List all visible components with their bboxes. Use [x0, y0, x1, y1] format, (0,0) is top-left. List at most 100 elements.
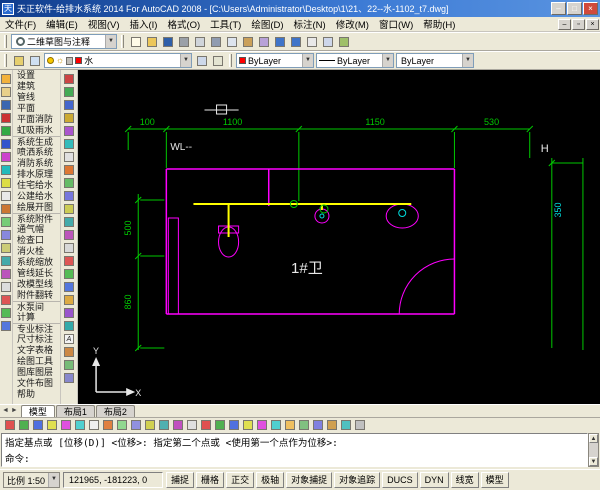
qnew-icon[interactable] [128, 34, 143, 49]
right-riser-dimension[interactable]: H 350 [541, 143, 583, 350]
region-icon[interactable] [297, 419, 310, 432]
status-toggle[interactable]: 正交 [226, 472, 254, 488]
erase-tool-icon[interactable] [0, 229, 12, 241]
draw-rect-icon[interactable] [59, 419, 72, 432]
scroll-down-icon[interactable]: ▼ [589, 457, 598, 466]
draw-pline-icon[interactable] [17, 419, 30, 432]
status-toggle[interactable]: 极轴 [256, 472, 284, 488]
scale-icon[interactable] [171, 419, 184, 432]
zoom-icon[interactable] [320, 34, 335, 49]
sidebar-item[interactable]: 管线延长 [13, 268, 60, 279]
color-control[interactable]: ByLayer ▼ [236, 53, 314, 68]
dim-label[interactable]: 500 [123, 220, 133, 235]
maximize-button[interactable]: □ [567, 2, 582, 15]
lineweight-control[interactable]: ByLayer ▼ [396, 53, 474, 68]
draw-arc-icon[interactable] [45, 419, 58, 432]
offset-icon[interactable] [115, 419, 128, 432]
sidebar-item[interactable]: 平面 [13, 103, 60, 114]
sidebar-item[interactable]: 文字表格 [13, 345, 60, 356]
sidebar-item[interactable]: 绘展开图 [13, 202, 60, 213]
wl-label[interactable]: WL-- [170, 142, 192, 153]
sidebar-item[interactable]: 附件翻转 [13, 290, 60, 301]
rotate-icon[interactable] [157, 419, 170, 432]
document-minimize-button[interactable]: – [558, 19, 571, 30]
door-arc[interactable] [399, 259, 454, 314]
symbol-tool-icon[interactable] [63, 229, 75, 241]
layout-tab[interactable]: 布局1 [56, 405, 95, 417]
command-text-area[interactable]: 指定基点或 [位移(D)] <位移>: 指定第二个点或 <使用第一个点作为位移>… [1, 433, 588, 467]
scale-selector[interactable]: 比例 1:50 ▼ [3, 472, 60, 488]
command-window[interactable]: 指定基点或 [位移(D)] <位移>: 指定第二个点或 <使用第一个点作为位移>… [0, 432, 600, 469]
draw-line-icon[interactable] [3, 419, 16, 432]
sidebar-item[interactable]: 帮助 [13, 389, 60, 400]
linetype-control[interactable]: ByLayer ▼ [316, 53, 394, 68]
move-icon[interactable] [143, 419, 156, 432]
trim-icon[interactable] [199, 419, 212, 432]
sidebar-item[interactable]: 排水原理 [13, 169, 60, 180]
sidebar-item[interactable]: 系统缩放 [13, 257, 60, 268]
sidebar-item[interactable]: 改模型线 [13, 279, 60, 290]
properties-icon[interactable] [336, 34, 351, 49]
riser-insert-icon[interactable] [63, 190, 75, 202]
pipe-tool-icon[interactable] [0, 112, 12, 124]
offset-tool-icon[interactable] [0, 281, 12, 293]
save-icon[interactable] [160, 34, 175, 49]
insert-block-icon[interactable] [325, 419, 338, 432]
sidebar-item[interactable]: 通气帽 [13, 224, 60, 235]
array-tool-icon[interactable] [63, 307, 75, 319]
scroll-up-icon[interactable]: ▲ [589, 434, 598, 443]
move-tool-icon[interactable] [0, 242, 12, 254]
room-label[interactable]: 1#卫 [291, 260, 323, 277]
scale-tool-icon[interactable] [63, 294, 75, 306]
chamfer-icon[interactable] [241, 419, 254, 432]
sidebar-item[interactable]: 消防系统 [13, 158, 60, 169]
menu-item[interactable]: 视图(V) [83, 17, 125, 31]
table-tool-icon[interactable] [0, 190, 12, 202]
sidebar-item[interactable]: 专业标注 [13, 323, 60, 334]
wall-tool-icon[interactable] [63, 73, 75, 85]
erase-icon[interactable] [73, 419, 86, 432]
status-toggle[interactable]: 线宽 [451, 472, 479, 488]
door[interactable] [399, 259, 454, 314]
status-toggle[interactable]: 模型 [481, 472, 509, 488]
leader-tool-icon[interactable] [63, 216, 75, 228]
fixtures[interactable] [219, 204, 419, 257]
label-tool-icon[interactable] [63, 203, 75, 215]
copy-icon[interactable] [224, 34, 239, 49]
sidebar-item[interactable]: 文件布图 [13, 378, 60, 389]
sidebar-item[interactable]: 建筑 [13, 81, 60, 92]
undo-icon[interactable] [272, 34, 287, 49]
dim-label[interactable]: 1150 [365, 117, 384, 127]
door-tool-icon[interactable] [63, 86, 75, 98]
riser-label[interactable]: H [541, 143, 549, 155]
hatch-tool-icon[interactable] [63, 242, 75, 254]
layer-control[interactable]: ☼ 水 ▼ [44, 53, 192, 68]
extend-icon[interactable] [213, 419, 226, 432]
status-toggle[interactable]: 栅格 [196, 472, 224, 488]
cut-icon[interactable] [208, 34, 223, 49]
plot-icon[interactable] [176, 34, 191, 49]
menu-item[interactable]: 绘图(D) [246, 17, 288, 31]
dim-label[interactable]: 350 [553, 202, 563, 217]
pipe-edit-icon[interactable] [63, 151, 75, 163]
redo-icon[interactable] [288, 34, 303, 49]
dim-label[interactable]: 860 [123, 294, 133, 309]
sidebar-item[interactable]: 设置 [13, 70, 60, 81]
sidebar-item[interactable]: 系统生成 [13, 136, 60, 147]
water-pipes[interactable] [193, 204, 411, 237]
minimize-button[interactable]: – [551, 2, 566, 15]
text-tool-icon[interactable]: A [63, 333, 75, 345]
mirror-tool-icon[interactable] [0, 268, 12, 280]
left-dimension[interactable]: 500 860 [123, 194, 164, 351]
status-toggle[interactable]: 对象捕捉 [286, 472, 332, 488]
sidebar-item[interactable]: 尺寸标注 [13, 334, 60, 345]
break-tool-icon[interactable] [63, 255, 75, 267]
layout-tab[interactable]: 模型 [21, 405, 55, 417]
mirror-icon[interactable] [101, 419, 114, 432]
pipe-draw-icon[interactable] [63, 138, 75, 150]
paste-icon[interactable] [240, 34, 255, 49]
rotate-tool-icon[interactable] [0, 255, 12, 267]
tab-nav-icons[interactable]: ◄ ► [2, 405, 18, 417]
new-project-icon[interactable] [0, 73, 12, 85]
point-icon[interactable] [339, 419, 352, 432]
